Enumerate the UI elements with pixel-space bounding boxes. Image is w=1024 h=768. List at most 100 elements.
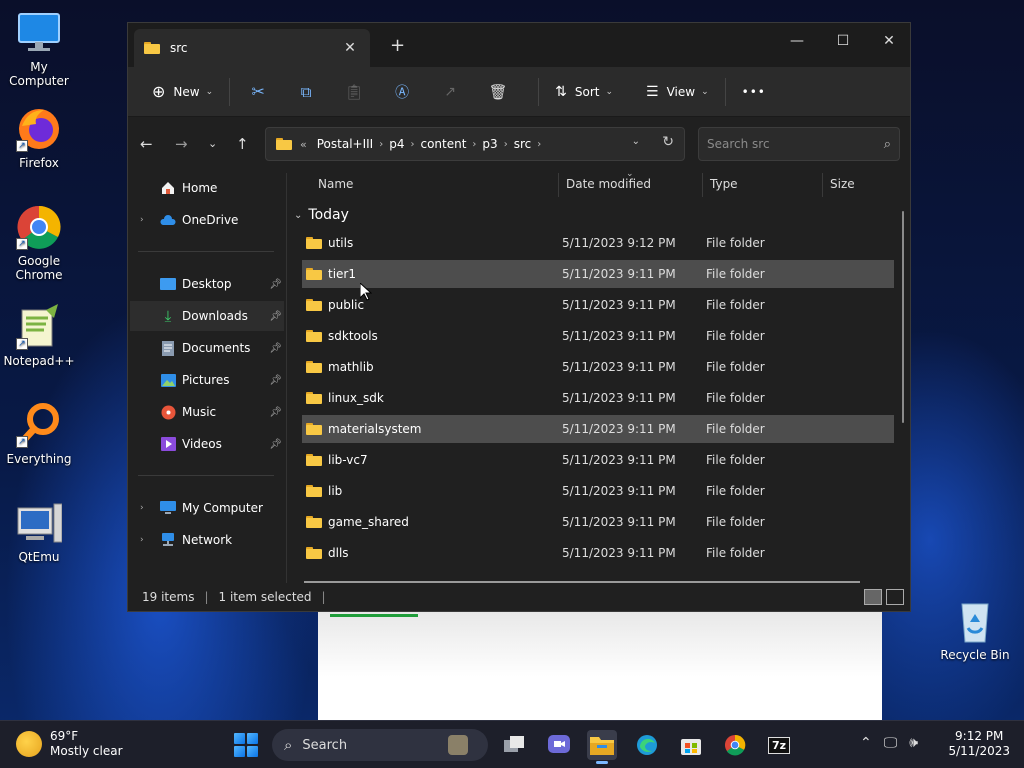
volume-icon[interactable]: 🕪︎ xyxy=(909,735,918,751)
start-button[interactable] xyxy=(234,733,258,757)
paste-button[interactable]: 📋︎ xyxy=(336,76,372,108)
pin-icon[interactable]: 📌︎ xyxy=(269,375,282,386)
rename-button[interactable]: Ⓐ xyxy=(384,76,420,108)
search-box[interactable]: ⌕ xyxy=(698,127,900,161)
column-header-type[interactable]: Type xyxy=(710,177,738,191)
refresh-icon[interactable]: ↻ xyxy=(662,134,674,150)
column-header-date-modified[interactable]: Date modified xyxy=(566,177,651,191)
group-header-today[interactable]: ⌄ Today xyxy=(294,207,349,223)
task-view-button[interactable] xyxy=(500,730,530,760)
weather-widget[interactable]: 69°F Mostly clear xyxy=(16,729,123,759)
tiles-view-icon[interactable] xyxy=(886,589,904,605)
file-explorer-taskbar-button[interactable] xyxy=(587,730,617,764)
view-button[interactable]: ☰ View ⌄ xyxy=(640,76,715,108)
breadcrumb-p4[interactable]: p4 xyxy=(389,137,404,151)
chevron-right-icon[interactable]: › xyxy=(140,503,154,513)
pin-icon[interactable]: 📌︎ xyxy=(269,407,282,418)
chevron-right-icon[interactable]: › xyxy=(140,535,154,545)
copy-button[interactable]: ⧉ xyxy=(288,76,324,108)
table-row[interactable]: lib-vc7 5/11/2023 9:11 PM File folder xyxy=(302,446,894,474)
pin-icon[interactable]: 📌︎ xyxy=(269,311,282,322)
desktop-icon-everything[interactable]: ↗ Everything xyxy=(0,402,78,466)
column-divider[interactable] xyxy=(702,173,703,197)
desktop-icon-firefox[interactable]: ↗ Firefox xyxy=(0,106,78,170)
tab-src[interactable]: src ✕ xyxy=(134,29,370,67)
breadcrumb-content[interactable]: content xyxy=(420,137,466,151)
column-header-size[interactable]: Size xyxy=(830,177,855,191)
delete-button[interactable]: 🗑︎ xyxy=(480,76,516,108)
table-row[interactable]: lib 5/11/2023 9:11 PM File folder xyxy=(302,477,894,505)
background-app-window[interactable] xyxy=(318,612,882,720)
address-dropdown-icon[interactable]: ⌄ xyxy=(632,136,640,147)
table-row[interactable]: sdktools 5/11/2023 9:11 PM File folder xyxy=(302,322,894,350)
see-more-button[interactable]: ••• xyxy=(736,76,772,108)
show-hidden-icons-icon[interactable]: ⌃ xyxy=(860,735,872,751)
cut-button[interactable]: ✂ xyxy=(240,76,276,108)
column-header-name[interactable]: Name xyxy=(318,177,353,191)
teams-chat-button[interactable] xyxy=(544,730,574,760)
search-icon[interactable]: ⌕ xyxy=(884,137,891,152)
chevron-right-icon[interactable]: › xyxy=(472,139,476,150)
store-button[interactable] xyxy=(676,730,706,760)
desktop-icon-google-chrome[interactable]: ↗ Google Chrome xyxy=(0,204,78,282)
table-row[interactable]: tier1 5/11/2023 9:11 PM File folder xyxy=(302,260,894,288)
minimize-button[interactable]: — xyxy=(774,27,820,57)
nav-item-home[interactable]: Home xyxy=(130,173,284,203)
nav-item-music[interactable]: Music 📌︎ xyxy=(130,397,284,427)
up-button[interactable]: ↑ xyxy=(236,135,249,153)
nav-item-network[interactable]: › Network xyxy=(130,525,284,555)
new-tab-button[interactable]: + xyxy=(390,35,405,56)
desktop-icon-notepad-plus-plus[interactable]: ↗ Notepad++ xyxy=(0,304,78,368)
column-divider[interactable] xyxy=(822,173,823,197)
chevron-right-icon[interactable]: › xyxy=(379,139,383,150)
details-view-icon[interactable] xyxy=(864,589,882,605)
maximize-button[interactable]: ☐ xyxy=(820,27,866,57)
pin-icon[interactable]: 📌︎ xyxy=(269,343,282,354)
sort-button[interactable]: ⇅ Sort ⌄ xyxy=(549,76,619,108)
chevron-right-icon[interactable]: › xyxy=(410,139,414,150)
chevron-right-icon[interactable]: › xyxy=(537,139,541,150)
desktop-icon-qtemu[interactable]: QtEmu xyxy=(0,500,78,564)
pin-icon[interactable]: 📌︎ xyxy=(269,439,282,450)
chevron-right-icon[interactable]: › xyxy=(504,139,508,150)
table-row[interactable]: materialsystem 5/11/2023 9:11 PM File fo… xyxy=(302,415,894,443)
back-button[interactable]: ← xyxy=(140,135,153,153)
table-row[interactable]: mathlib 5/11/2023 9:11 PM File folder xyxy=(302,353,894,381)
nav-item-documents[interactable]: Documents 📌︎ xyxy=(130,333,284,363)
share-button[interactable]: ↗ xyxy=(432,76,468,108)
column-divider[interactable] xyxy=(558,173,559,197)
clock[interactable]: 9:12 PM 5/11/2023 xyxy=(948,729,1010,759)
pin-icon[interactable]: 📌︎ xyxy=(269,279,282,290)
7zip-button[interactable]: 7z xyxy=(764,730,794,760)
nav-item-videos[interactable]: Videos 📌︎ xyxy=(130,429,284,459)
address-bar[interactable]: « Postal+III › p4 › content › p3 › src ›… xyxy=(265,127,685,161)
chevron-right-icon[interactable]: › xyxy=(140,215,154,225)
nav-item-pictures[interactable]: Pictures 📌︎ xyxy=(130,365,284,395)
pane-splitter[interactable] xyxy=(286,173,287,583)
table-row[interactable]: dlls 5/11/2023 9:11 PM File folder xyxy=(302,539,894,567)
nav-item-my-computer[interactable]: › My Computer xyxy=(130,493,284,523)
table-row[interactable]: game_shared 5/11/2023 9:11 PM File folde… xyxy=(302,508,894,536)
breadcrumb-src[interactable]: src xyxy=(514,137,532,151)
table-row[interactable]: linux_sdk 5/11/2023 9:11 PM File folder xyxy=(302,384,894,412)
nav-item-downloads[interactable]: ⤓ Downloads 📌︎ xyxy=(130,301,284,331)
table-row[interactable]: utils 5/11/2023 9:12 PM File folder xyxy=(302,229,894,257)
search-input[interactable] xyxy=(707,137,884,151)
network-status-icon[interactable]: 🖵︎ xyxy=(884,735,898,751)
close-tab-icon[interactable]: ✕ xyxy=(340,40,360,56)
taskbar-search[interactable]: ⌕ Search xyxy=(272,729,488,761)
table-row[interactable]: public 5/11/2023 9:11 PM File folder xyxy=(302,291,894,319)
edge-button[interactable] xyxy=(632,730,662,760)
chrome-taskbar-button[interactable] xyxy=(720,730,750,760)
new-button[interactable]: ⊕ New ⌄ xyxy=(146,76,219,108)
nav-item-onedrive[interactable]: › OneDrive xyxy=(130,205,284,235)
desktop-icon-recycle-bin[interactable]: Recycle Bin xyxy=(936,598,1014,662)
vertical-scrollbar[interactable] xyxy=(902,211,904,423)
desktop-icon-my-computer[interactable]: My Computer xyxy=(0,10,78,88)
breadcrumb-postal-iii[interactable]: Postal+III xyxy=(317,137,373,151)
close-window-button[interactable]: ✕ xyxy=(866,27,912,57)
recent-locations-button[interactable]: ⌄ xyxy=(208,137,217,150)
overflow-crumb[interactable]: « xyxy=(300,138,307,151)
forward-button[interactable]: → xyxy=(175,135,188,153)
breadcrumb-p3[interactable]: p3 xyxy=(482,137,497,151)
